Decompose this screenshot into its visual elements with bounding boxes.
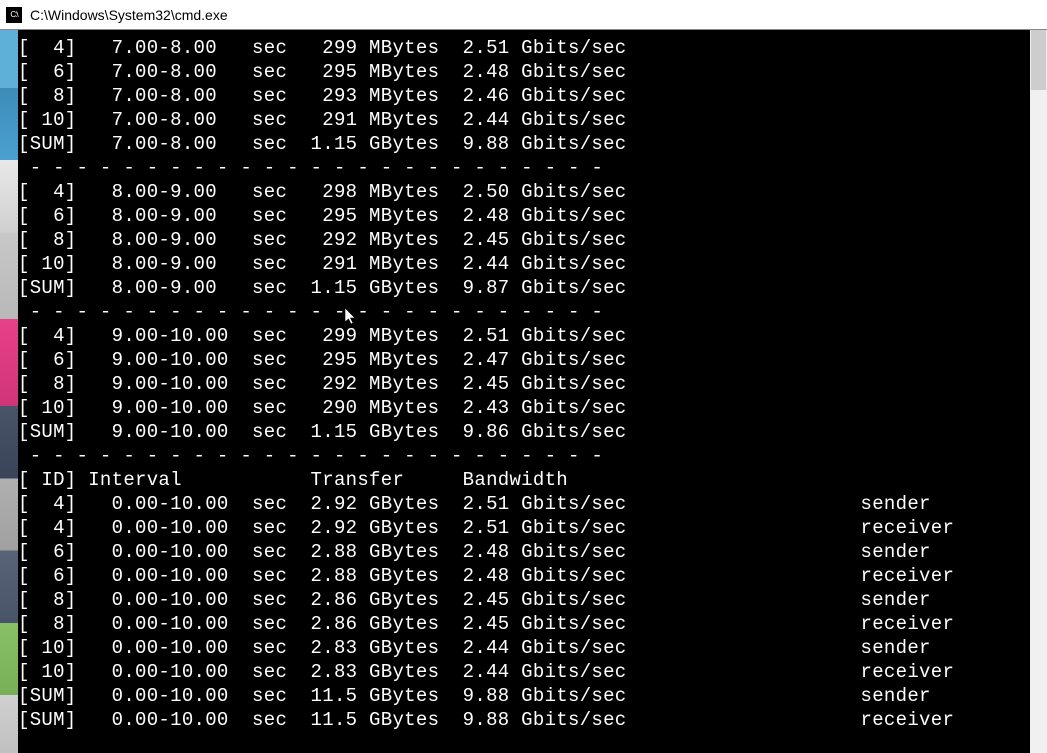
iperf-interval-row: [ 8] 7.00-8.00 sec 293 MBytes 2.46 Gbits… [18, 84, 1047, 108]
iperf-interval-row: [ 6] 7.00-8.00 sec 295 MBytes 2.48 Gbits… [18, 60, 1047, 84]
summary-header-row: [ ID] Interval Transfer Bandwidth [18, 468, 1047, 492]
desktop-background-strip [0, 30, 18, 753]
separator-line: - - - - - - - - - - - - - - - - - - - - … [18, 444, 1047, 468]
window-titlebar[interactable]: C:\ C:\Windows\System32\cmd.exe [0, 0, 1047, 30]
iperf-interval-row: [ 10] 9.00-10.00 sec 290 MBytes 2.43 Gbi… [18, 396, 1047, 420]
iperf-interval-row: [SUM] 7.00-8.00 sec 1.15 GBytes 9.88 Gbi… [18, 132, 1047, 156]
iperf-summary-row: [ 8] 0.00-10.00 sec 2.86 GBytes 2.45 Gbi… [18, 588, 1047, 612]
iperf-summary-row: [SUM] 0.00-10.00 sec 11.5 GBytes 9.88 Gb… [18, 684, 1047, 708]
scrollbar-thumb[interactable] [1031, 30, 1046, 90]
iperf-interval-row: [ 8] 9.00-10.00 sec 292 MBytes 2.45 Gbit… [18, 372, 1047, 396]
iperf-interval-row: [ 4] 7.00-8.00 sec 299 MBytes 2.51 Gbits… [18, 36, 1047, 60]
cmd-icon: C:\ [6, 7, 22, 23]
iperf-summary-row: [ 10] 0.00-10.00 sec 2.83 GBytes 2.44 Gb… [18, 660, 1047, 684]
iperf-summary-row: [ 10] 0.00-10.00 sec 2.83 GBytes 2.44 Gb… [18, 636, 1047, 660]
iperf-interval-row: [ 4] 8.00-9.00 sec 298 MBytes 2.50 Gbits… [18, 180, 1047, 204]
iperf-summary-row: [ 8] 0.00-10.00 sec 2.86 GBytes 2.45 Gbi… [18, 612, 1047, 636]
iperf-summary-row: [ 6] 0.00-10.00 sec 2.88 GBytes 2.48 Gbi… [18, 540, 1047, 564]
separator-line: - - - - - - - - - - - - - - - - - - - - … [18, 300, 1047, 324]
iperf-interval-row: [ 6] 9.00-10.00 sec 295 MBytes 2.47 Gbit… [18, 348, 1047, 372]
separator-line: - - - - - - - - - - - - - - - - - - - - … [18, 156, 1047, 180]
iperf-summary-row: [ 4] 0.00-10.00 sec 2.92 GBytes 2.51 Gbi… [18, 492, 1047, 516]
iperf-summary-row: [SUM] 0.00-10.00 sec 11.5 GBytes 9.88 Gb… [18, 708, 1047, 732]
iperf-interval-row: [ 4] 9.00-10.00 sec 299 MBytes 2.51 Gbit… [18, 324, 1047, 348]
terminal-output[interactable]: [ 4] 7.00-8.00 sec 299 MBytes 2.51 Gbits… [18, 30, 1047, 753]
iperf-summary-row: [ 6] 0.00-10.00 sec 2.88 GBytes 2.48 Gbi… [18, 564, 1047, 588]
window-title: C:\Windows\System32\cmd.exe [30, 7, 228, 23]
iperf-interval-row: [ 10] 7.00-8.00 sec 291 MBytes 2.44 Gbit… [18, 108, 1047, 132]
iperf-interval-row: [ 10] 8.00-9.00 sec 291 MBytes 2.44 Gbit… [18, 252, 1047, 276]
iperf-interval-row: [SUM] 8.00-9.00 sec 1.15 GBytes 9.87 Gbi… [18, 276, 1047, 300]
iperf-interval-row: [ 6] 8.00-9.00 sec 295 MBytes 2.48 Gbits… [18, 204, 1047, 228]
iperf-summary-row: [ 4] 0.00-10.00 sec 2.92 GBytes 2.51 Gbi… [18, 516, 1047, 540]
iperf-interval-row: [SUM] 9.00-10.00 sec 1.15 GBytes 9.86 Gb… [18, 420, 1047, 444]
vertical-scrollbar[interactable] [1030, 30, 1047, 753]
iperf-interval-row: [ 8] 8.00-9.00 sec 292 MBytes 2.45 Gbits… [18, 228, 1047, 252]
